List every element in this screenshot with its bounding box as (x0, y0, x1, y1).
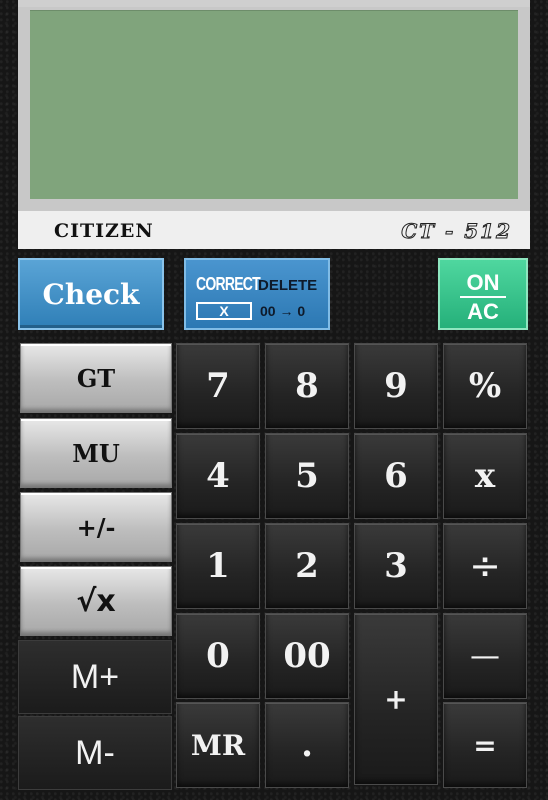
key-00[interactable]: 00 (265, 613, 349, 699)
key-0[interactable]: 0 (176, 613, 260, 699)
delete-label: DELETE (258, 277, 318, 294)
top-strip (18, 0, 530, 7)
mu-key[interactable]: MU (20, 418, 172, 488)
correct-label: CORRECT (196, 274, 261, 294)
on-label: ON (466, 270, 500, 295)
gt-key[interactable]: GT (20, 343, 172, 413)
key-5[interactable]: 5 (265, 433, 349, 519)
ac-label: AC (467, 299, 499, 324)
decimal-key[interactable]: . (265, 702, 349, 788)
correct-delete-button[interactable]: CORRECT DELETE X 00 → 0 (184, 258, 330, 330)
sqrt-key[interactable]: √x (20, 566, 172, 636)
lcd-screen (30, 10, 518, 199)
check-button[interactable]: Check (18, 258, 164, 330)
m-minus-key[interactable]: M- (18, 716, 172, 790)
key-8[interactable]: 8 (265, 343, 349, 429)
key-1[interactable]: 1 (176, 523, 260, 609)
brand-label: CITIZEN (54, 220, 154, 242)
key-7[interactable]: 7 (176, 343, 260, 429)
correct-x-label: X (196, 302, 252, 320)
mr-key[interactable]: MR (176, 702, 260, 788)
key-4[interactable]: 4 (176, 433, 260, 519)
percent-key[interactable]: % (443, 343, 527, 429)
equals-key[interactable]: = (443, 702, 527, 788)
divide-key[interactable]: ÷ (443, 523, 527, 609)
key-6[interactable]: 6 (354, 433, 438, 519)
plus-key[interactable]: + (354, 613, 438, 785)
m-plus-key[interactable]: M+ (18, 640, 172, 714)
key-3[interactable]: 3 (354, 523, 438, 609)
key-9[interactable]: 9 (354, 343, 438, 429)
on-ac-divider (460, 296, 506, 298)
model-label: CT - 512 (401, 219, 512, 244)
delete-00-label: 00 → 0 (260, 303, 306, 319)
display-panel (18, 7, 530, 211)
brand-bar: CITIZEN CT - 512 (18, 211, 530, 249)
on-ac-button[interactable]: ON AC (438, 258, 528, 330)
multiply-key[interactable]: x (443, 433, 527, 519)
plus-minus-key[interactable]: +/- (20, 492, 172, 562)
key-2[interactable]: 2 (265, 523, 349, 609)
minus-key[interactable]: — (443, 613, 527, 699)
